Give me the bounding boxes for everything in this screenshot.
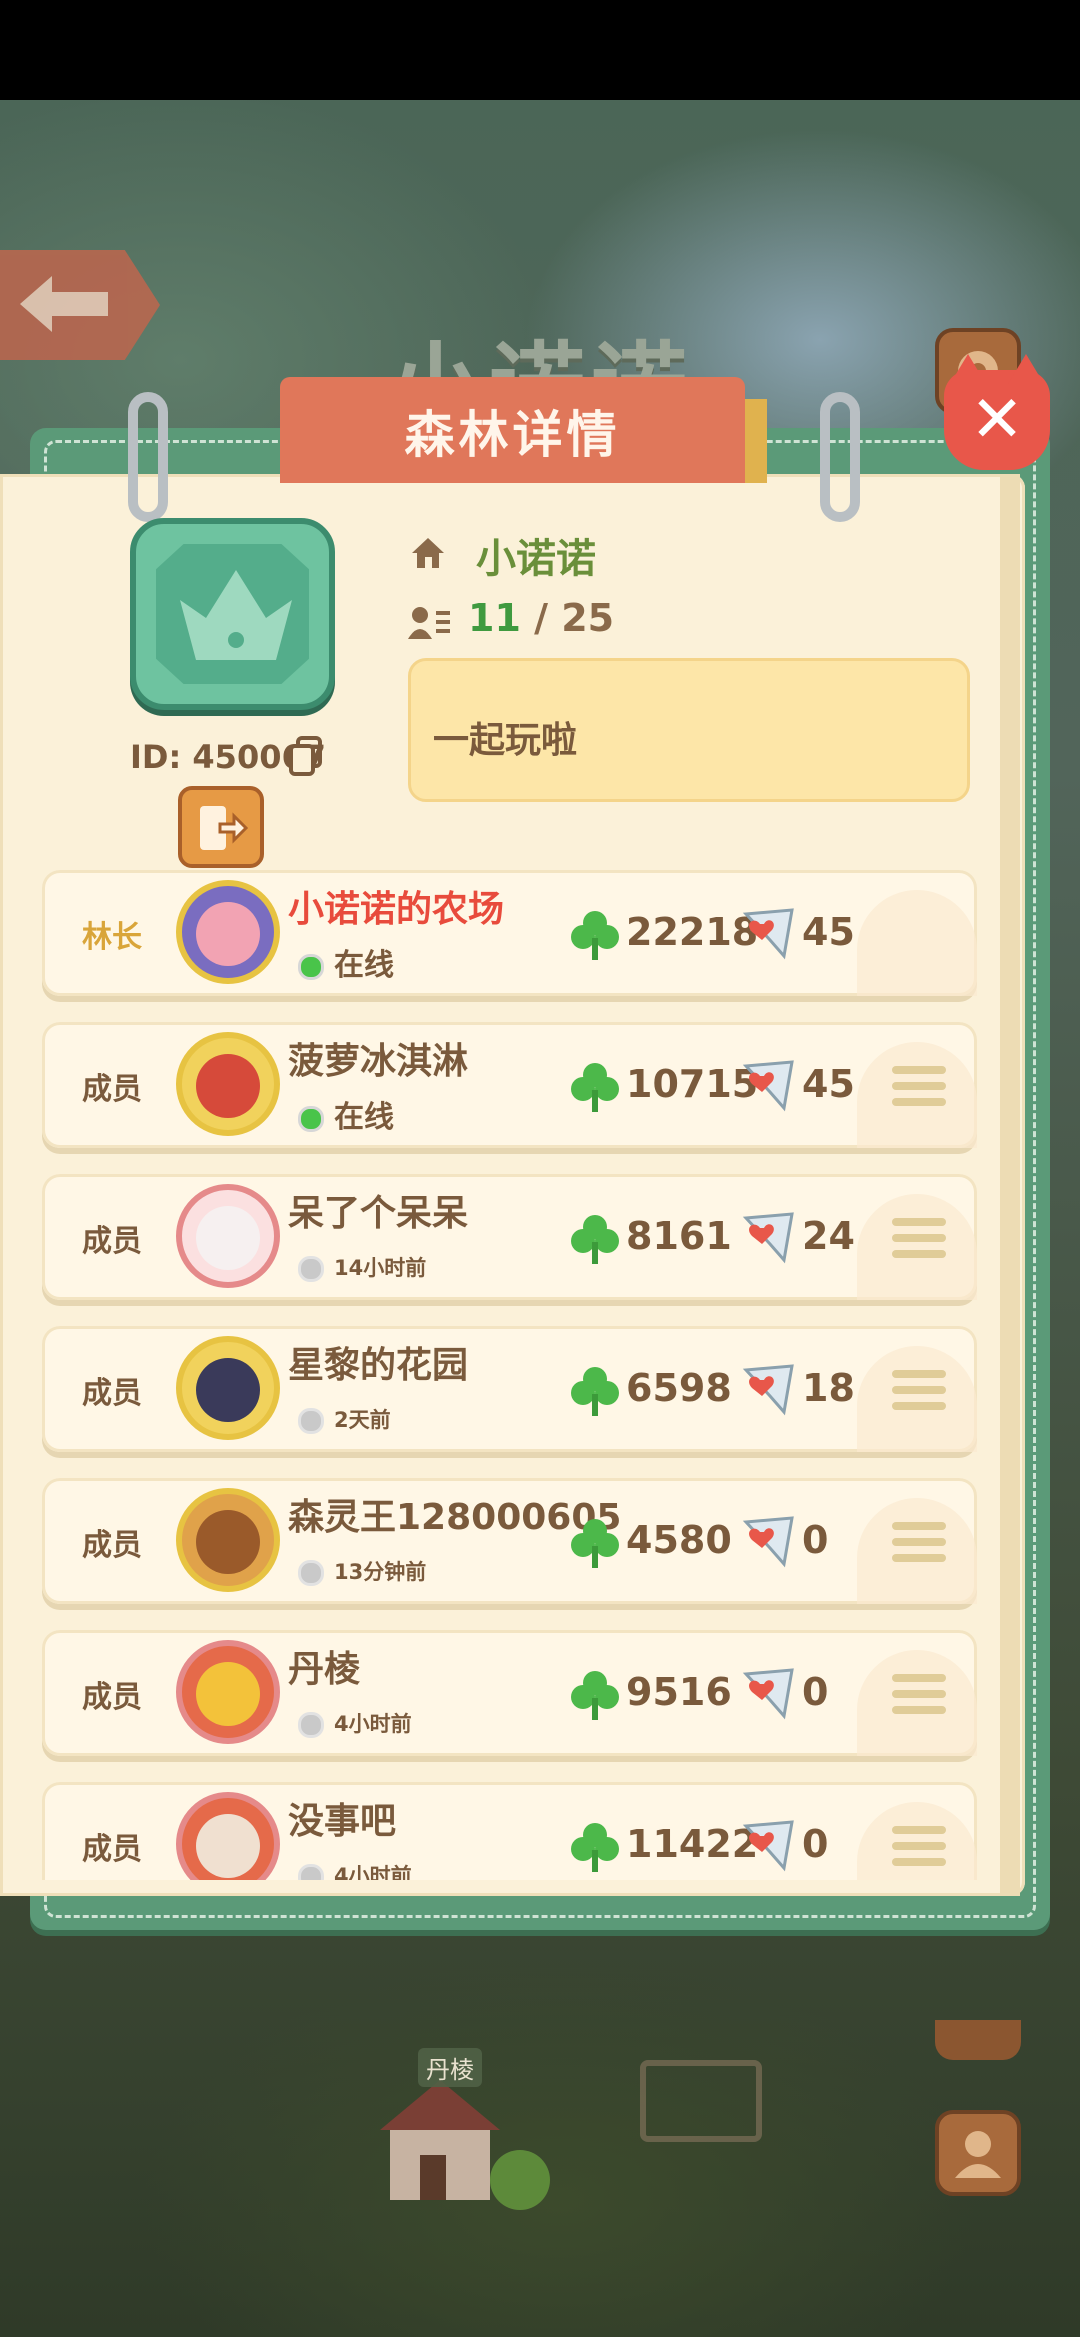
status-dot-icon: [298, 1864, 324, 1880]
status-dot-icon: [298, 1560, 324, 1586]
member-role: 林长: [82, 920, 142, 955]
member-avatar[interactable]: [176, 1336, 280, 1440]
member-avatar[interactable]: [176, 1792, 280, 1880]
member-name: 菠萝冰淇淋: [288, 1041, 469, 1082]
clover-icon: [571, 911, 619, 960]
clover-icon: [571, 1671, 619, 1720]
member-name: 丹棱: [288, 1649, 361, 1690]
member-avatar[interactable]: [176, 880, 280, 984]
member-score: 22218: [626, 910, 759, 954]
member-score: 8161: [626, 1214, 732, 1258]
clover-icon: [571, 1367, 619, 1416]
member-status: 13分钟前: [298, 1556, 426, 1586]
member-score: 10715: [626, 1062, 759, 1106]
member-menu-icon[interactable]: [892, 1066, 946, 1106]
member-row[interactable]: 成员 森灵王128000605 13分钟前 4580 0: [42, 1478, 977, 1604]
member-score: 4580: [626, 1518, 732, 1562]
member-avatar[interactable]: [176, 1640, 280, 1744]
member-status: 14小时前: [298, 1252, 426, 1282]
status-dot-icon: [298, 1408, 324, 1434]
clover-icon: [571, 1063, 619, 1112]
member-row[interactable]: 成员 菠萝冰淇淋在线 10715 45: [42, 1022, 977, 1148]
member-menu-icon[interactable]: [892, 1218, 946, 1258]
member-gifts: 18: [802, 1366, 855, 1410]
member-role: 成员: [82, 1224, 142, 1259]
member-status: 在线: [298, 940, 394, 984]
heart-gift-icon: [742, 1060, 794, 1112]
member-avatar[interactable]: [176, 1184, 280, 1288]
heart-gift-icon: [742, 1516, 794, 1568]
heart-gift-icon: [742, 1668, 794, 1720]
member-list[interactable]: 林长 小诺诺的农场 在线 22218 45 成员 菠萝冰淇淋 在线 10715 45 成员 呆了个呆呆…: [0, 0, 1080, 1880]
heart-gift-icon: [742, 1364, 794, 1416]
house-label: 丹棱: [418, 2048, 482, 2087]
member-score: 6598: [626, 1366, 732, 1410]
member-role: 成员: [82, 1528, 142, 1563]
member-score: 11422: [626, 1822, 759, 1866]
member-role: 成员: [82, 1072, 142, 1107]
member-name: 呆了个呆呆: [288, 1193, 469, 1234]
row-decoration: [857, 890, 977, 996]
member-role: 成员: [82, 1376, 142, 1411]
member-menu-icon[interactable]: [892, 1370, 946, 1410]
member-avatar[interactable]: [176, 1032, 280, 1136]
member-status: 2天前: [298, 1404, 391, 1434]
member-menu-icon[interactable]: [892, 1826, 946, 1866]
member-gifts: 45: [802, 910, 855, 954]
member-status: 在线: [298, 1092, 394, 1136]
member-name: 星黎的花园: [288, 1345, 469, 1386]
member-menu-icon[interactable]: [892, 1674, 946, 1714]
member-gifts: 0: [802, 1518, 829, 1562]
user-icon: [955, 2131, 1001, 2178]
member-avatar[interactable]: [176, 1488, 280, 1592]
member-gifts: 0: [802, 1822, 829, 1866]
status-dot-icon: [298, 1256, 324, 1282]
member-menu-icon[interactable]: [892, 1522, 946, 1562]
clover-icon: [571, 1519, 619, 1568]
clover-icon: [571, 1823, 619, 1872]
profile-button[interactable]: [935, 2110, 1021, 2196]
clover-icon: [571, 1215, 619, 1264]
member-gifts: 0: [802, 1670, 829, 1714]
status-dot-icon: [298, 953, 324, 980]
member-status: 4小时前: [298, 1860, 412, 1880]
heart-gift-icon: [742, 1820, 794, 1872]
member-gifts: 45: [802, 1062, 855, 1106]
status-dot-icon: [298, 1712, 324, 1738]
member-status: 4小时前: [298, 1708, 412, 1738]
heart-gift-icon: [742, 1212, 794, 1264]
member-row[interactable]: 成员 丹棱 4小时前 9516 0: [42, 1630, 977, 1756]
member-row[interactable]: 林长 小诺诺的农场在线 22218 45: [42, 870, 977, 996]
heart-gift-icon: [742, 908, 794, 960]
member-role: 成员: [82, 1680, 142, 1715]
member-row[interactable]: 成员 星黎的花园 2天前 6598 18: [42, 1326, 977, 1452]
status-dot-icon: [298, 1105, 324, 1132]
member-row[interactable]: 成员 没事吧 4小时前 11422 0: [42, 1782, 977, 1880]
member-name: 小诺诺的农场: [288, 889, 505, 930]
member-role: 成员: [82, 1832, 142, 1867]
member-name: 没事吧: [288, 1801, 397, 1842]
member-gifts: 24: [802, 1214, 855, 1258]
member-score: 9516: [626, 1670, 732, 1714]
fence: [640, 2060, 762, 2142]
member-row[interactable]: 成员 呆了个呆呆 14小时前 8161 24: [42, 1174, 977, 1300]
side-button-partial[interactable]: [935, 2020, 1021, 2060]
